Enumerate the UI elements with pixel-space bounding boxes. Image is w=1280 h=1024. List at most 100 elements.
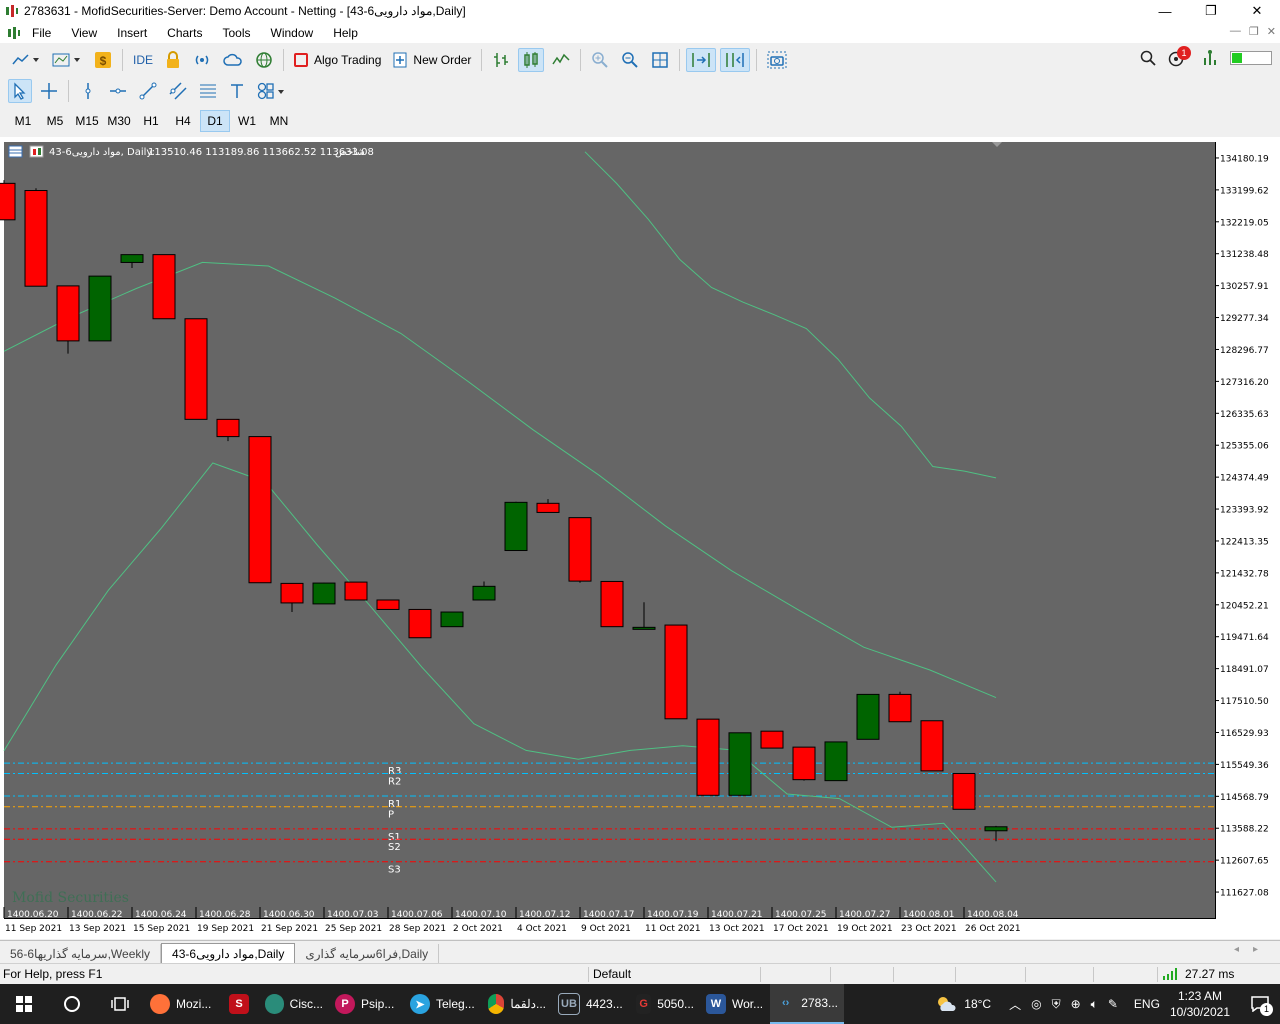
zoom-out-button[interactable] xyxy=(617,48,643,72)
chart-window[interactable]: R3 R2 R1 P S1 S2 S3 134180.19 133199.62 132219.0… xyxy=(0,137,1280,939)
market-button[interactable]: $ xyxy=(90,48,116,72)
taskbar-item-metatrader[interactable]: ‹› 2783... xyxy=(770,984,844,1024)
taskbar-item-chrome[interactable]: دلقما... xyxy=(482,984,552,1024)
cloud-button[interactable] xyxy=(219,48,247,72)
shield-icon[interactable]: ⛨ xyxy=(1052,997,1061,1012)
chart-shift-button[interactable] xyxy=(720,47,751,72)
input-language[interactable]: ENG xyxy=(1134,997,1160,1011)
tf-mn-button[interactable]: MN xyxy=(264,110,294,132)
taskbar-item-red-app[interactable]: S xyxy=(219,984,259,1024)
menu-window[interactable]: Window xyxy=(261,26,324,40)
menu-file[interactable]: File xyxy=(22,26,61,40)
candle-body xyxy=(728,732,752,796)
taskbar-item-word[interactable]: W Wor... xyxy=(700,984,770,1024)
templates-button[interactable] xyxy=(48,48,86,72)
zoom-in-button[interactable] xyxy=(587,48,613,72)
tf-w1-button[interactable]: W1 xyxy=(232,110,262,132)
chart-type-button[interactable] xyxy=(8,48,44,72)
candlestick-button[interactable] xyxy=(518,47,545,72)
taskbar-item-g[interactable]: G 5050... xyxy=(630,984,700,1024)
tf-m1-button[interactable]: M1 xyxy=(8,110,38,132)
task-view-button[interactable] xyxy=(96,984,144,1024)
taskbar-item-psiphon[interactable]: P Psip... xyxy=(329,984,404,1024)
notifications-button[interactable]: 1 xyxy=(1240,984,1280,1024)
tf-d1-button[interactable]: D1 xyxy=(200,110,230,132)
x-date-label-top: 1400.07.27 xyxy=(839,910,891,920)
channel-button[interactable] xyxy=(165,79,191,103)
weather-temp[interactable]: 18°C xyxy=(964,997,991,1011)
y-tick-label: 131238.48 xyxy=(1220,250,1269,260)
alerts-button[interactable]: 1 xyxy=(1168,46,1191,68)
toolbar-separator xyxy=(68,79,69,102)
line-button[interactable] xyxy=(548,48,574,72)
crosshair-button[interactable] xyxy=(36,79,62,103)
screenshot-button[interactable] xyxy=(763,48,791,72)
mdi-close-icon[interactable]: ✕ xyxy=(1267,25,1276,38)
pen-icon[interactable]: ✎ xyxy=(1108,997,1118,1011)
taskbar-item-cisco[interactable]: Cisc... xyxy=(259,984,329,1024)
timeframe-toolbar: M1 M5 M15 M30 H1 H4 D1 W1 MN xyxy=(0,106,1280,136)
tab-chart-3[interactable]: فرا6سرمایه گذاری,Daily xyxy=(295,944,440,963)
taskbar-item-telegram[interactable]: ➤ Teleg... xyxy=(404,984,482,1024)
mdi-minimize-icon[interactable]: — xyxy=(1230,25,1241,38)
minimize-button[interactable]: — xyxy=(1142,0,1188,22)
shapes-button[interactable] xyxy=(253,79,289,103)
y-tick-label: 132219.05 xyxy=(1220,218,1269,228)
lock-button[interactable] xyxy=(161,48,185,72)
taskbar-item-ub[interactable]: UB 4423... xyxy=(552,984,630,1024)
templates-icon xyxy=(52,53,80,66)
search-taskbar-button[interactable] xyxy=(48,984,96,1024)
tf-h1-button[interactable]: H1 xyxy=(136,110,166,132)
candle xyxy=(0,180,16,221)
new-order-button[interactable]: New Order xyxy=(389,48,475,72)
trendline-button[interactable] xyxy=(135,79,161,103)
menu-help[interactable]: Help xyxy=(323,26,368,40)
bar-chart-button[interactable] xyxy=(488,48,514,72)
menu-charts[interactable]: Charts xyxy=(157,26,212,40)
taskbar-item-firefox[interactable]: Mozi... xyxy=(144,984,219,1024)
tab-scroll-arrows[interactable]: ◂▸ xyxy=(1234,944,1272,955)
windows-logo-icon xyxy=(16,996,32,1012)
signals-button[interactable] xyxy=(189,48,215,72)
cisco-icon xyxy=(265,994,284,1014)
close-button[interactable]: ✕ xyxy=(1234,0,1280,22)
tab-chart-1[interactable]: 56-6سرمایه گذاریها,Weekly xyxy=(0,944,162,963)
mdi-restore-icon[interactable]: ❐ xyxy=(1249,25,1259,38)
ide-button[interactable]: IDE xyxy=(129,48,157,72)
app-red-icon: S xyxy=(229,994,249,1014)
menu-view[interactable]: View xyxy=(61,26,107,40)
tf-m30-button[interactable]: M30 xyxy=(104,110,134,132)
tf-m15-button[interactable]: M15 xyxy=(72,110,102,132)
tf-h4-button[interactable]: H4 xyxy=(168,110,198,132)
autoscroll-button[interactable] xyxy=(686,47,717,72)
candle xyxy=(888,691,912,723)
language-globe-icon[interactable]: ⊕ xyxy=(1071,997,1081,1011)
camera-icon xyxy=(767,51,787,68)
price-chart[interactable]: R3R2 R1P S1S2 S3 134180.19 133199.62 132219.0… xyxy=(0,137,1280,939)
maximize-button[interactable]: ❐ xyxy=(1188,0,1234,22)
network-globe-icon[interactable]: ◎ xyxy=(1031,997,1041,1011)
candle-body xyxy=(280,582,304,604)
text-button[interactable] xyxy=(225,79,249,103)
drawing-toolbar xyxy=(0,75,1280,106)
horizontal-line-button[interactable] xyxy=(105,79,131,103)
menu-tools[interactable]: Tools xyxy=(213,26,261,40)
tab-chart-2[interactable]: 43-6مواد دارویی,Daily xyxy=(161,943,296,963)
tile-windows-button[interactable] xyxy=(647,48,673,72)
algo-trading-button[interactable]: Algo Trading xyxy=(290,48,385,72)
x-date-label-bottom: 4 Oct 2021 xyxy=(517,924,567,934)
fibonacci-button[interactable] xyxy=(195,79,221,103)
vps-button[interactable] xyxy=(251,48,277,72)
x-date-label-bottom: 17 Oct 2021 xyxy=(773,924,829,934)
candle xyxy=(408,608,432,639)
tf-m5-button[interactable]: M5 xyxy=(40,110,70,132)
y-tick-label: 127316.20 xyxy=(1220,378,1269,388)
vertical-line-button[interactable] xyxy=(75,79,101,103)
start-button[interactable] xyxy=(0,984,48,1024)
cursor-button[interactable] xyxy=(8,78,32,103)
clock[interactable]: 1:23 AM 10/30/2021 xyxy=(1170,988,1230,1020)
menu-insert[interactable]: Insert xyxy=(107,26,157,40)
volume-icon[interactable]: 🔈︎ xyxy=(1091,997,1098,1012)
tray-chevron-icon[interactable]: ︿ xyxy=(1009,996,1021,1013)
search-icon[interactable] xyxy=(1140,50,1156,66)
